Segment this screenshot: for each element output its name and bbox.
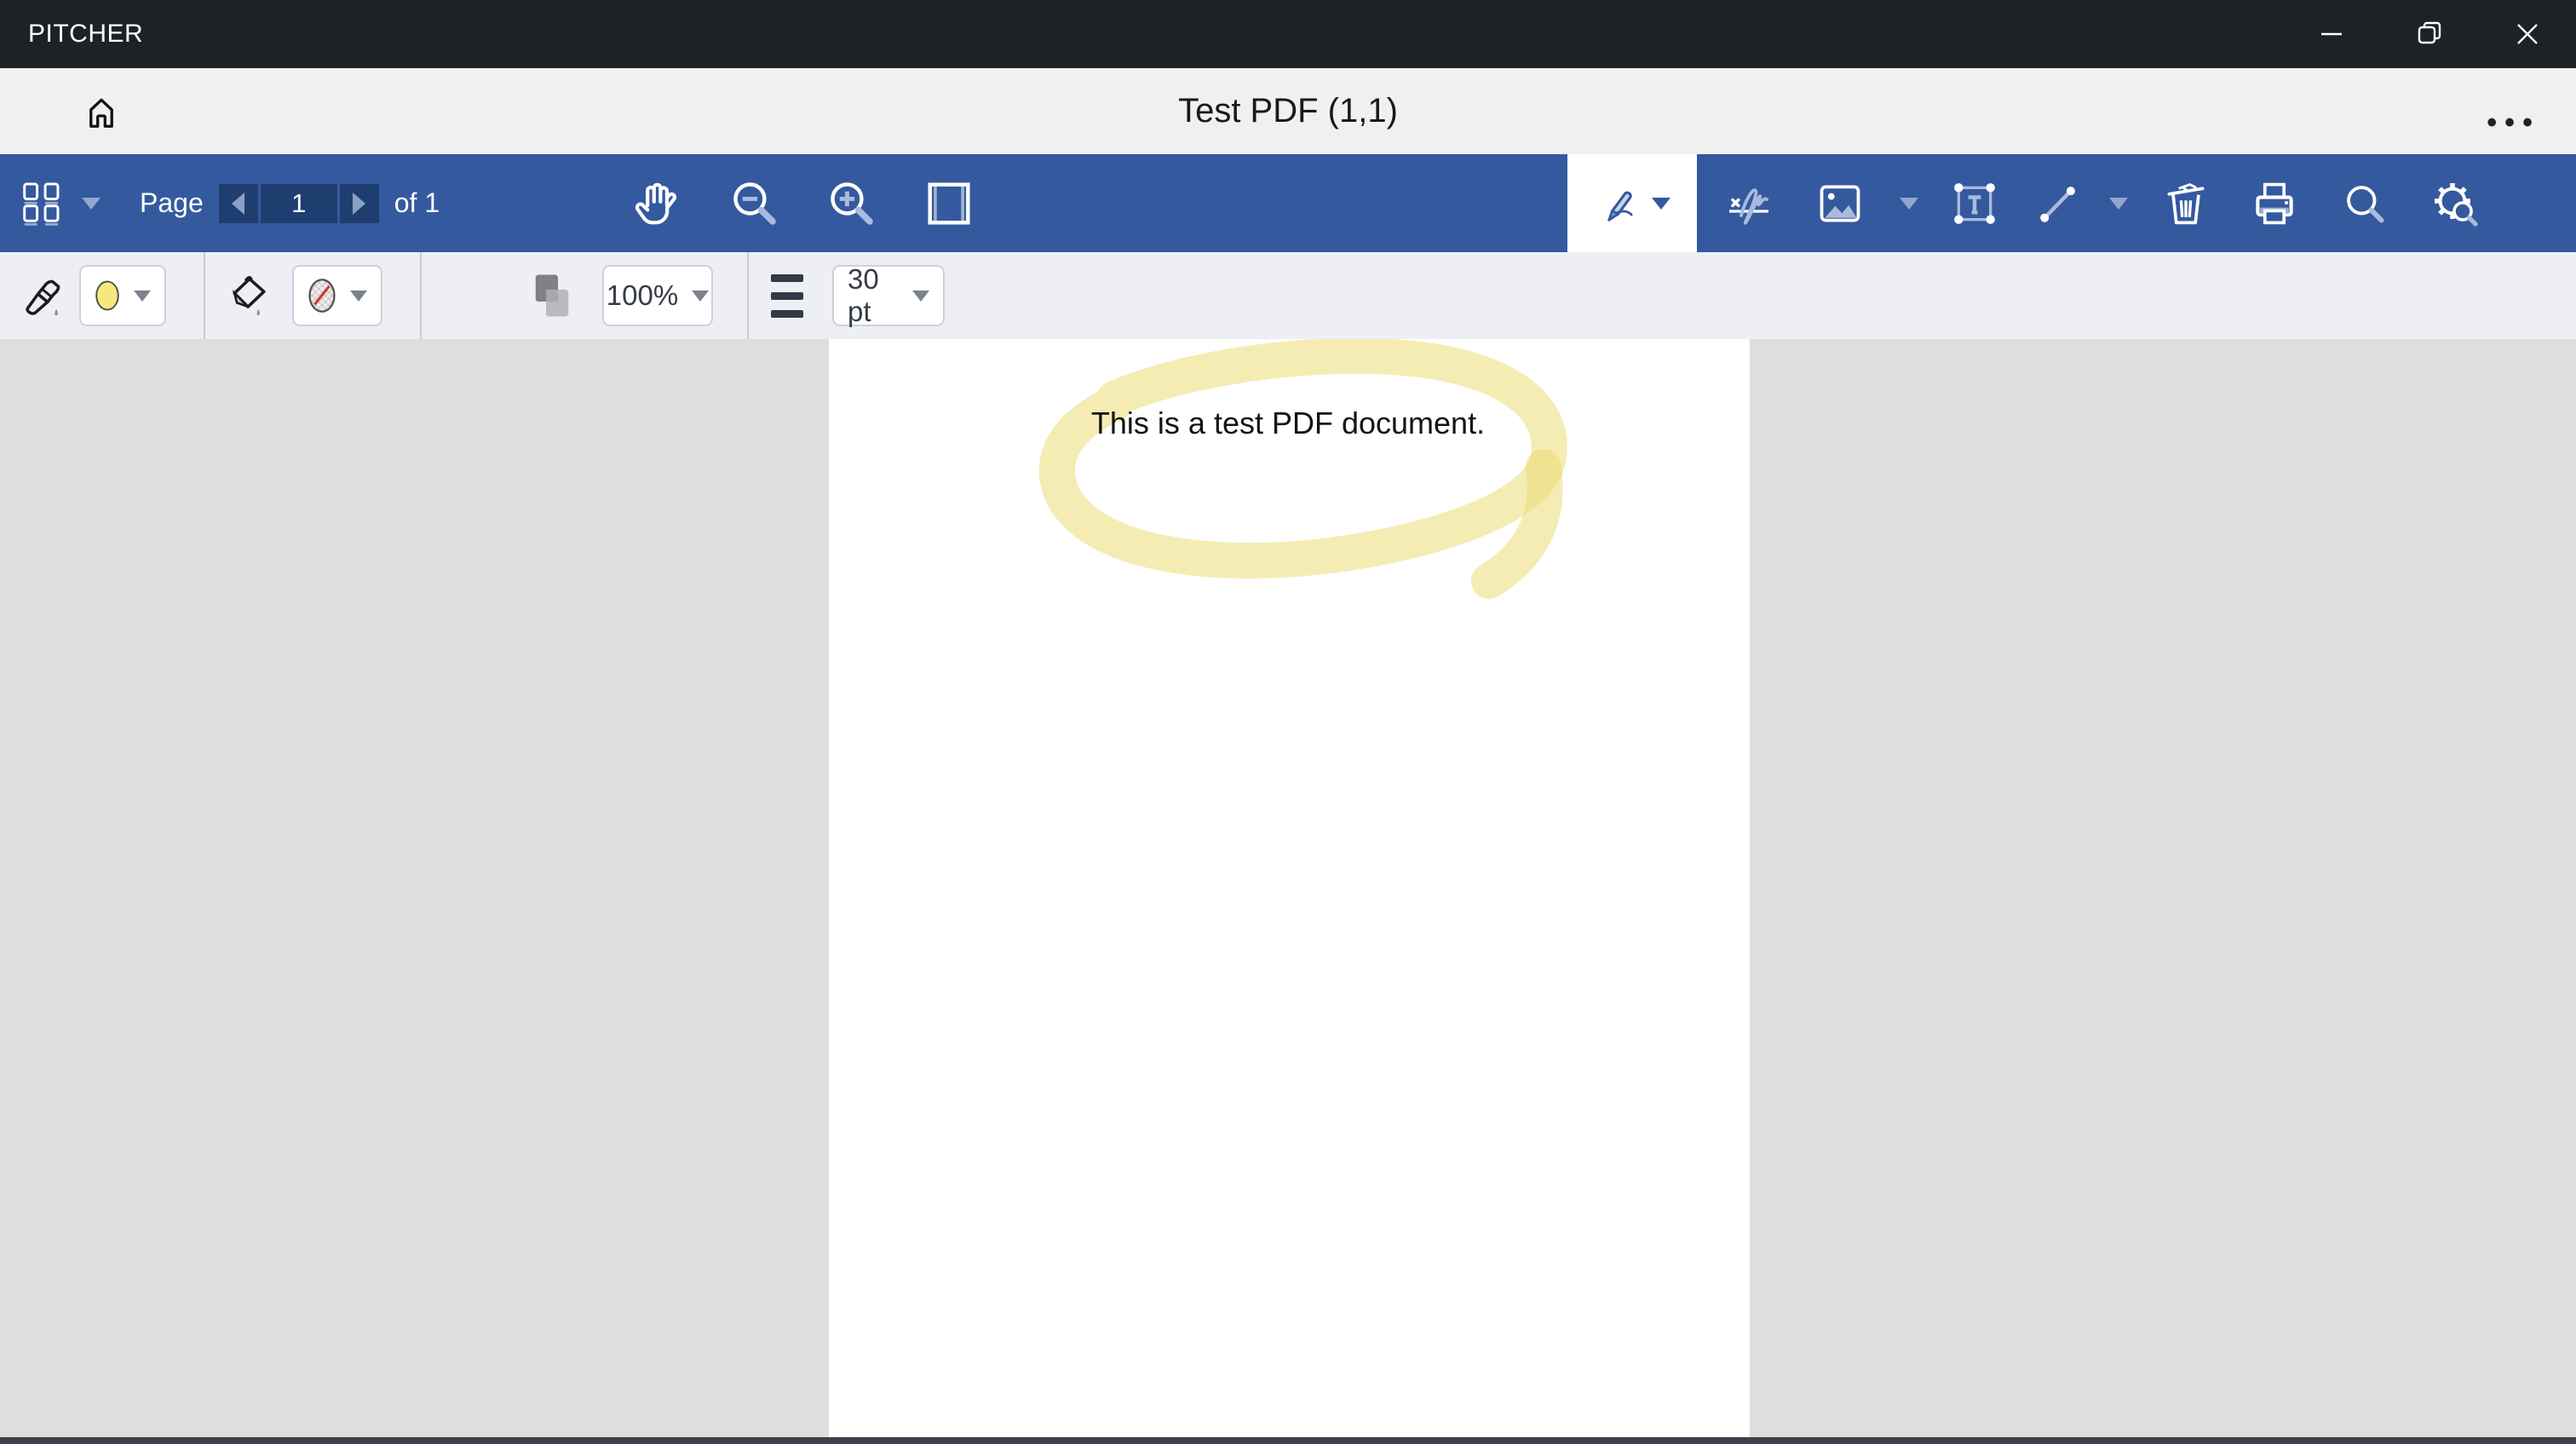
divider <box>747 252 749 339</box>
minimize-button[interactable] <box>2282 0 2380 68</box>
minimize-icon <box>2317 20 2346 49</box>
close-icon <box>2513 20 2542 49</box>
zoom-out-button[interactable] <box>730 179 779 228</box>
search-button[interactable] <box>2343 181 2387 226</box>
fit-width-button[interactable] <box>924 179 974 228</box>
bar-icon <box>771 310 803 318</box>
thumbnails-dropdown[interactable] <box>82 198 101 210</box>
thickness-select[interactable]: 30 pt <box>832 265 945 326</box>
signature-icon <box>1722 178 1774 229</box>
fill-color-picker[interactable] <box>292 265 382 326</box>
thumbnails-button[interactable] <box>22 181 61 226</box>
caret-down-icon <box>134 291 151 302</box>
fill-color-tool[interactable] <box>226 272 273 319</box>
print-button[interactable] <box>2251 180 2298 227</box>
magnifier-plus-icon <box>827 179 877 228</box>
page-navigation: 1 <box>219 184 379 223</box>
pdf-page <box>829 339 1750 1437</box>
page-fit-icon <box>924 179 974 228</box>
pan-tool-button[interactable] <box>631 179 681 228</box>
stroke-color-tool[interactable] <box>21 272 69 319</box>
no-fill-swatch-icon <box>308 274 336 317</box>
bar-icon <box>771 274 803 282</box>
line-tool-button[interactable] <box>2036 181 2080 226</box>
document-title: Test PDF (1,1) <box>0 92 2576 130</box>
printer-icon <box>2251 180 2298 227</box>
main-toolbar: Page 1 of 1 <box>0 154 2576 252</box>
document-canvas: This is a test PDF document. <box>0 339 2576 1444</box>
window-controls <box>2282 0 2576 68</box>
highlighter-icon <box>1594 181 1638 226</box>
app-title: PITCHER <box>28 20 143 49</box>
settings-button[interactable] <box>2429 178 2481 229</box>
magnifier-minus-icon <box>730 179 779 228</box>
paintbrush-icon <box>21 272 69 319</box>
stroke-color-picker[interactable] <box>79 265 166 326</box>
highlighter-tool-selected[interactable] <box>1567 154 1697 252</box>
zoom-in-button[interactable] <box>827 179 877 228</box>
horizontal-scrollbar[interactable] <box>0 1437 2576 1444</box>
image-icon <box>1816 180 1864 227</box>
hand-icon <box>631 179 681 228</box>
pdf-text-content: This is a test PDF document. <box>1091 406 1485 441</box>
signature-tool-button[interactable] <box>1722 178 1774 229</box>
header: Test PDF (1,1) ••• <box>0 68 2576 154</box>
opacity-tool[interactable] <box>531 272 573 319</box>
bar-icon <box>771 292 803 300</box>
divider <box>204 252 205 339</box>
page-count-label: of 1 <box>394 187 440 219</box>
titlebar: PITCHER <box>0 0 2576 68</box>
gear-magnifier-icon <box>2429 178 2481 229</box>
delete-button[interactable] <box>2162 180 2210 227</box>
page-number-input[interactable]: 1 <box>261 184 337 223</box>
highlighter-dropdown-icon <box>1652 198 1670 210</box>
arrow-right-icon <box>353 193 365 215</box>
divider <box>420 252 422 339</box>
trash-icon <box>2162 180 2210 227</box>
annotation-tools <box>1567 154 2576 252</box>
tool-properties-bar: 100% 30 pt <box>0 252 2576 341</box>
maximize-restore-icon <box>2415 20 2444 49</box>
search-icon <box>2343 181 2387 226</box>
thickness-value: 30 pt <box>848 263 899 328</box>
caret-down-icon <box>2109 198 2128 210</box>
maximize-button[interactable] <box>2380 0 2478 68</box>
close-button[interactable] <box>2478 0 2576 68</box>
image-tool-button[interactable] <box>1816 180 1864 227</box>
caret-down-icon <box>912 291 929 302</box>
paint-bucket-icon <box>226 272 273 319</box>
line-icon <box>2036 181 2080 226</box>
text-box-icon <box>1951 180 1998 227</box>
caret-down-icon <box>350 291 367 302</box>
previous-page-button[interactable] <box>219 184 258 223</box>
line-dropdown[interactable] <box>2109 198 2128 210</box>
thickness-tool[interactable] <box>771 269 803 323</box>
caret-down-icon <box>82 198 101 210</box>
opacity-value: 100% <box>607 279 678 312</box>
page-label: Page <box>140 187 204 219</box>
yellow-swatch-icon <box>95 274 120 317</box>
image-dropdown[interactable] <box>1900 198 1918 210</box>
page-grid-icon <box>22 181 61 226</box>
next-page-button[interactable] <box>340 184 379 223</box>
caret-down-icon <box>1900 198 1918 210</box>
opacity-squares-icon <box>531 272 573 319</box>
opacity-select[interactable]: 100% <box>602 265 713 326</box>
arrow-left-icon <box>232 193 244 215</box>
caret-down-icon <box>692 291 709 302</box>
text-box-tool-button[interactable] <box>1951 180 1998 227</box>
